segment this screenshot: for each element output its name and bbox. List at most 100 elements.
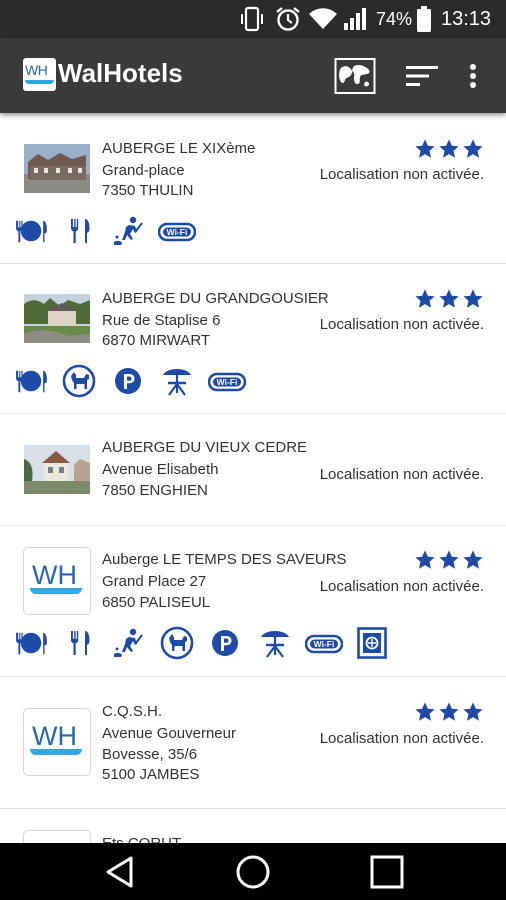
star-icon	[462, 701, 484, 723]
hotel-city: 6850 PALISEUL	[102, 594, 211, 611]
hotel-photo	[24, 144, 90, 193]
signal-icon	[342, 0, 370, 38]
pets-icon	[160, 626, 194, 660]
more-options-button[interactable]	[460, 56, 486, 96]
hotel-photo	[24, 294, 90, 343]
hotel-address: Grand-place	[102, 162, 185, 179]
star-icon	[462, 288, 484, 310]
safe-icon	[357, 627, 387, 659]
star-icon	[414, 288, 436, 310]
star-icon	[438, 701, 460, 723]
hotel-logo-thumbnail: WH	[23, 547, 91, 615]
status-bar: 74% 13:13	[0, 0, 506, 38]
back-icon	[106, 856, 133, 887]
hotel-card[interactable]: Ets CORUT	[0, 808, 506, 843]
hotel-name: AUBERGE LE XIXème	[102, 140, 256, 157]
hotel-card[interactable]: AUBERGE DU VIEUX CEDRE Avenue Elisabeth …	[0, 413, 506, 526]
recents-icon	[370, 855, 404, 888]
hotel-address: Avenue Gouverneur	[102, 725, 236, 742]
hotel-city: 6870 MIRWART	[102, 332, 211, 349]
hotel-city: 7350 THULIN	[102, 182, 194, 199]
golf-icon	[112, 215, 144, 247]
restaurant-icon	[12, 217, 50, 245]
hotel-name: C.Q.S.H.	[102, 703, 163, 720]
location-status: Localisation non activée.	[319, 578, 484, 595]
hotel-list[interactable]: AUBERGE LE XIXème Grand-place 7350 THULI…	[0, 113, 506, 843]
star-rating	[414, 701, 484, 723]
star-icon	[462, 549, 484, 571]
parking-icon	[210, 628, 240, 658]
location-status: Localisation non activée.	[319, 166, 484, 183]
hotel-name: AUBERGE DU VIEUX CEDRE	[102, 439, 308, 456]
hotel-logo-thumbnail	[23, 830, 91, 843]
hotel-card[interactable]: WH Auberge LE TEMPS DES SAVEURS Grand Pl…	[0, 525, 506, 677]
restaurant-icon	[12, 367, 50, 395]
star-icon	[438, 138, 460, 160]
hotel-city: 5100 JAMBES	[102, 766, 200, 783]
wh-logo-swoosh	[30, 749, 82, 755]
clock-text: 13:13	[441, 7, 492, 30]
home-icon	[236, 855, 270, 888]
more-vert-icon	[470, 64, 476, 88]
hotel-address-line2: Bovesse, 35/6	[102, 746, 198, 763]
star-icon	[438, 549, 460, 571]
hotel-name: Auberge LE TEMPS DES SAVEURS	[102, 551, 347, 568]
app-title: WalHotels	[58, 58, 183, 88]
hotel-address: Avenue Elisabeth	[102, 461, 219, 478]
location-status: Localisation non activée.	[319, 466, 484, 483]
location-status: Localisation non activée.	[319, 316, 484, 333]
battery-percent: 74%	[376, 0, 412, 38]
map-icon	[334, 58, 376, 94]
sort-button[interactable]	[401, 56, 443, 96]
back-button[interactable]	[95, 843, 145, 900]
star-rating	[414, 288, 484, 310]
star-icon	[438, 288, 460, 310]
wifi-badge-icon	[208, 371, 246, 393]
recents-button[interactable]	[362, 843, 412, 900]
cutlery-icon	[68, 628, 92, 658]
navigation-bar	[0, 843, 506, 900]
star-rating	[414, 138, 484, 160]
hotel-name: AUBERGE DU GRANDGOUSIER	[102, 290, 329, 307]
star-icon	[414, 701, 436, 723]
terrace-icon	[160, 364, 194, 398]
restaurant-icon	[12, 629, 50, 657]
sort-icon	[406, 66, 438, 86]
wifi-badge-icon	[305, 633, 343, 655]
hotel-card[interactable]: WH C.Q.S.H. Avenue Gouverneur Bovesse, 3…	[0, 676, 506, 809]
wifi-badge-icon	[158, 221, 196, 243]
golf-icon	[112, 627, 144, 659]
hotel-address: Grand Place 27	[102, 573, 207, 590]
app-logo-swoosh	[25, 80, 54, 84]
app-logo: WH	[23, 58, 56, 91]
star-icon	[462, 138, 484, 160]
home-button[interactable]	[228, 843, 278, 900]
star-icon	[414, 138, 436, 160]
hotel-city: 7850 ENGHIEN	[102, 482, 208, 499]
battery-text: 74%	[376, 8, 413, 29]
cutlery-icon	[68, 216, 92, 246]
hotel-logo-thumbnail: WH	[23, 708, 91, 776]
wh-logo-text: WH	[32, 721, 77, 751]
star-icon	[414, 549, 436, 571]
wifi-icon	[308, 0, 338, 38]
hotel-photo	[24, 445, 90, 494]
parking-icon	[113, 366, 143, 396]
hotel-card[interactable]: AUBERGE DU GRANDGOUSIER Rue de Staplise …	[0, 263, 506, 414]
hotel-name: Ets CORUT	[102, 835, 181, 843]
map-button[interactable]	[333, 56, 377, 96]
star-rating	[414, 549, 484, 571]
wh-logo-text: WH	[32, 560, 77, 590]
wh-logo-swoosh	[30, 588, 82, 594]
battery-icon	[416, 0, 432, 38]
hotel-card[interactable]: AUBERGE LE XIXème Grand-place 7350 THULI…	[0, 113, 506, 264]
location-status: Localisation non activée.	[319, 730, 484, 747]
clock: 13:13	[441, 0, 491, 38]
terrace-icon	[258, 626, 292, 660]
vibrate-icon	[241, 0, 263, 38]
pets-icon	[62, 364, 96, 398]
hotel-address: Rue de Staplise 6	[102, 312, 221, 329]
app-bar: WH WalHotels	[0, 38, 506, 113]
alarm-icon	[274, 0, 302, 38]
app-logo-text: WH	[25, 62, 48, 78]
